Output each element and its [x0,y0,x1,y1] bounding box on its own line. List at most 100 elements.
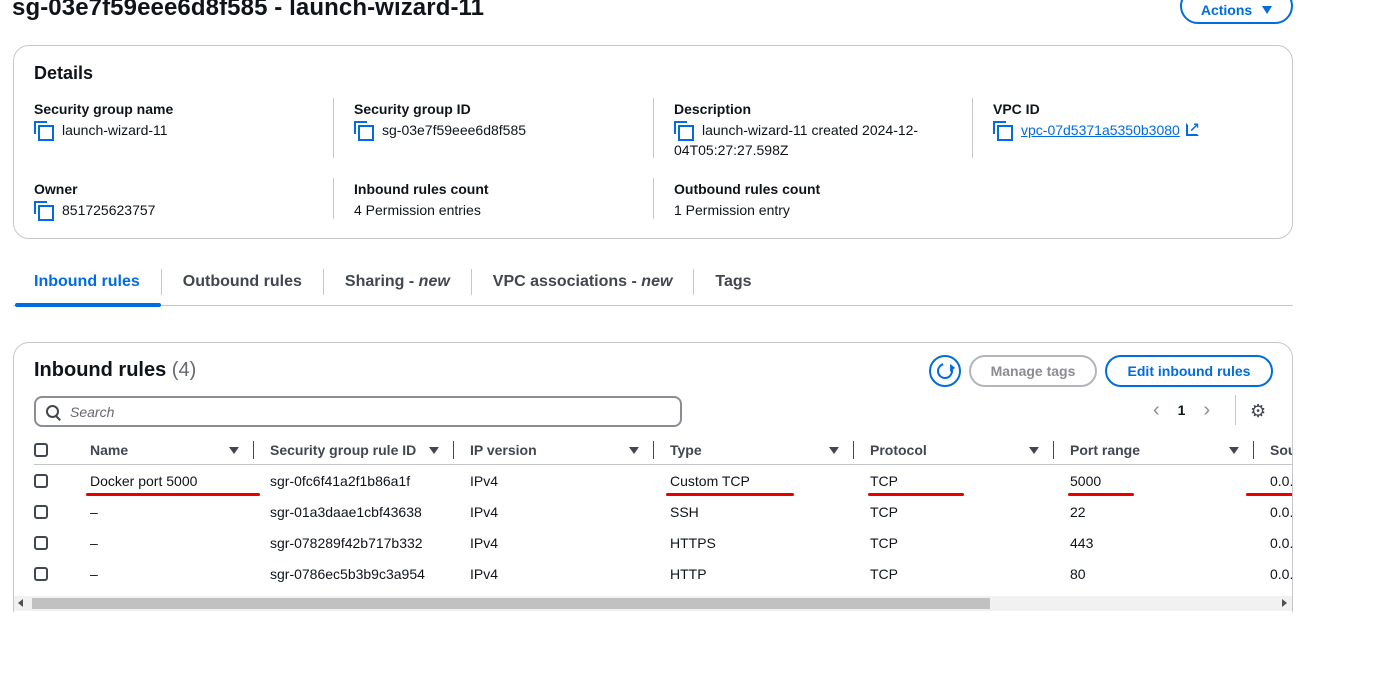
select-all-checkbox[interactable] [34,442,48,457]
inbound-rules-panel: Inbound rules (4) Manage tags Edit inbou… [13,342,1293,612]
column-header-protocol[interactable]: Protocol [870,435,927,464]
column-divider[interactable] [1053,441,1054,459]
copy-icon[interactable] [354,121,374,141]
cell-type: HTTP [670,565,707,582]
sort-caret-icon[interactable] [1229,447,1239,454]
divider [333,98,334,158]
cell-type: Custom TCP [670,472,750,489]
row-checkbox[interactable] [34,535,48,550]
edit-inbound-rules-button[interactable]: Edit inbound rules [1105,355,1273,387]
row-checkbox[interactable] [34,504,48,519]
cell-port-range: 443 [1070,534,1094,551]
page-title: sg-03e7f59eee6d8f585 - launch-wizard-11 [12,0,485,21]
table-row[interactable]: – sgr-0786ec5b3b9c3a954 IPv4 HTTP TCP 80… [34,558,1293,589]
column-header-source[interactable]: Sou [1270,435,1292,464]
field-value: launch-wizard-11 created 2024-12- [702,122,919,138]
cell-ip-version: IPv4 [470,534,499,551]
column-divider[interactable] [1253,441,1254,459]
table-header: Name Security group rule ID IP version T… [34,435,1292,465]
field-label: Security group name [34,101,174,117]
column-divider[interactable] [253,441,254,459]
divider [653,98,654,158]
search-input[interactable] [70,403,650,420]
scroll-right-icon[interactable] [1282,599,1287,607]
tab-vpc-associations[interactable]: VPC associations - new [472,265,694,306]
cell-source: 0.0. [1270,472,1293,489]
column-header-type[interactable]: Type [670,435,702,464]
sort-caret-icon[interactable] [829,447,839,454]
sort-caret-icon[interactable] [1029,447,1039,454]
caret-down-icon [1262,6,1273,14]
cell-protocol: TCP [870,565,898,582]
sort-caret-icon[interactable] [229,447,239,454]
vpc-id-link[interactable]: vpc-07d5371a5350b3080 [1021,122,1180,138]
copy-icon[interactable] [34,121,54,141]
search-box [34,396,682,427]
column-header-rule-id[interactable]: Security group rule ID [270,435,416,464]
field-label: Security group ID [354,101,471,117]
gear-icon[interactable]: ⚙ [1250,402,1268,420]
divider [333,178,334,219]
cell-name: – [90,534,98,551]
cell-name: – [90,503,98,520]
pagination: ‹ 1 › [1153,400,1210,420]
cell-name: Docker port 5000 [90,472,198,489]
copy-icon[interactable] [993,121,1013,141]
column-divider[interactable] [853,441,854,459]
field-label: Description [674,101,752,117]
actions-label: Actions [1200,2,1253,18]
cell-protocol: TCP [870,472,898,489]
chevron-right-icon[interactable]: › [1203,400,1210,420]
manage-tags-button[interactable]: Manage tags [969,355,1097,387]
table-row[interactable]: – sgr-01a3daae1cbf43638 IPv4 SSH TCP 22 … [34,496,1292,527]
field-label: Outbound rules count [674,181,821,197]
copy-icon[interactable] [34,201,54,221]
refresh-icon [934,360,956,382]
copy-icon[interactable] [674,121,694,141]
actions-button[interactable]: Actions [1180,0,1293,24]
row-checkbox[interactable] [34,473,48,488]
column-header-port-range[interactable]: Port range [1070,435,1140,464]
cell-port-range: 80 [1070,565,1086,582]
table-row[interactable]: Docker port 5000 sgr-0fc6f41a2f1b86a1f I… [34,465,1293,496]
cell-rule-id: sgr-0fc6f41a2f1b86a1f [270,472,411,489]
refresh-button[interactable] [929,355,961,387]
horizontal-scrollbar[interactable] [13,596,1293,611]
field-value: 1 Permission entry [674,202,790,218]
sort-caret-icon[interactable] [629,447,639,454]
cell-rule-id: sgr-078289f42b717b332 [270,534,423,551]
column-header-name[interactable]: Name [90,435,128,464]
column-header-ip-version[interactable]: IP version [470,435,537,464]
scroll-left-icon[interactable] [18,599,23,607]
table-row[interactable]: – sgr-078289f42b717b332 IPv4 HTTPS TCP 4… [34,527,1293,558]
field-label: Inbound rules count [354,181,489,197]
cell-rule-id: sgr-01a3daae1cbf43638 [270,503,422,520]
row-checkbox[interactable] [34,566,48,581]
cell-source: 0.0. [1270,534,1293,551]
column-divider[interactable] [653,441,654,459]
page-number[interactable]: 1 [1178,402,1186,418]
column-divider[interactable] [453,441,454,459]
field-owner: Owner 851725623757 [34,180,156,221]
cell-ip-version: IPv4 [470,472,499,489]
field-outbound-rules-count: Outbound rules count 1 Permission entry [674,180,820,220]
tab-bar: Inbound rules Outbound rules Sharing - n… [13,265,1293,307]
chevron-left-icon[interactable]: ‹ [1153,400,1160,420]
field-value-continued: 04T05:27:27.598Z [674,142,789,158]
inbound-rules-table: Name Security group rule ID IP version T… [34,435,1293,589]
tab-inbound-rules[interactable]: Inbound rules [13,265,161,307]
scrollbar-thumb[interactable] [32,598,990,609]
sort-caret-icon[interactable] [429,447,439,454]
field-value: 851725623757 [62,202,156,218]
tab-outbound-rules[interactable]: Outbound rules [162,265,323,306]
cell-port-range: 5000 [1070,472,1102,489]
field-description: Description launch-wizard-11 created 202… [674,100,918,160]
field-value: launch-wizard-11 [62,122,168,138]
field-security-group-name: Security group name launch-wizard-11 [34,100,174,141]
cell-source: 0.0. [1270,565,1293,582]
tab-sharing[interactable]: Sharing - new [324,265,471,306]
cell-type: HTTPS [670,534,716,551]
inbound-rules-count: (4) [171,359,197,381]
tab-tags[interactable]: Tags [694,265,772,306]
cell-protocol: TCP [870,503,898,520]
